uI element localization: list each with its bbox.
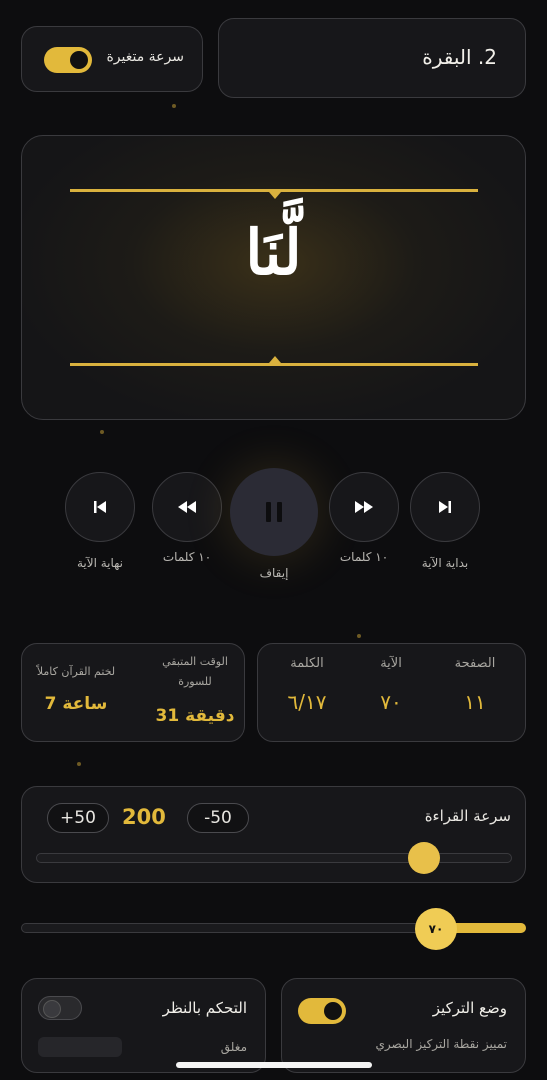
- reading-speed-value: 200: [122, 805, 166, 829]
- verse-value: ٧٠: [380, 690, 402, 714]
- decrease-speed-button[interactable]: -50: [187, 803, 249, 833]
- gaze-control-subtitle: مغلق: [220, 1040, 247, 1054]
- ambient-dot: [357, 634, 361, 638]
- pause-button[interactable]: [230, 468, 318, 556]
- toggle-knob: [43, 1000, 61, 1018]
- page-label: الصفحة: [454, 656, 496, 671]
- rewind-icon: [178, 501, 196, 513]
- ambient-dot: [100, 430, 104, 434]
- gaze-control-bar: [38, 1037, 122, 1057]
- word-value: ٦/١٧: [287, 690, 327, 714]
- back-10-words-button[interactable]: [152, 472, 222, 542]
- gaze-control-title: التحكم بالنظر: [162, 999, 247, 1017]
- guide-notch-top: [269, 192, 281, 199]
- fast-forward-icon: [355, 501, 373, 513]
- surah-title: 2. البقرة: [422, 45, 497, 69]
- quran-complete-value: 7 ساعة: [44, 694, 108, 714]
- verse-start-label: بداية الآية: [421, 556, 469, 570]
- verse-slider-thumb[interactable]: ٧٠: [415, 908, 457, 950]
- guide-notch-bottom: [269, 356, 281, 363]
- variable-speed-card: سرعة متغيرة: [21, 26, 203, 92]
- ambient-dot: [77, 762, 81, 766]
- reading-speed-title: سرعة القراءة: [424, 807, 511, 825]
- quran-complete-label: لختم القرآن كاملاً: [36, 665, 116, 678]
- verse-label: الآية: [380, 656, 402, 671]
- skip-back-icon: [94, 501, 106, 513]
- toggle-knob: [324, 1002, 342, 1020]
- ambient-dot: [172, 104, 176, 108]
- position-stats: الصفحة ١١ الآية ٧٠ الكلمة ٦/١٧: [257, 643, 526, 742]
- home-indicator: [176, 1062, 372, 1068]
- focus-mode-title: وضع التركيز: [432, 999, 507, 1017]
- word-display: لَّنَا: [21, 135, 526, 420]
- gaze-control-card: التحكم بالنظر مغلق: [21, 978, 266, 1073]
- forward-10-words-button[interactable]: [329, 472, 399, 542]
- surah-remaining-label-2: للسورة: [178, 675, 212, 688]
- variable-speed-toggle[interactable]: [44, 47, 92, 73]
- page-value: ١١: [464, 690, 486, 714]
- back-10-words-label: ١٠ كلمات: [162, 550, 212, 564]
- focus-mode-subtitle: تمييز نقطة التركيز البصري: [375, 1037, 508, 1051]
- time-remaining: الوقت المتبقي للسورة 31 دقيقة لختم القرآ…: [21, 643, 245, 742]
- guide-line-bottom: [70, 363, 478, 366]
- variable-speed-label: سرعة متغيرة: [106, 49, 184, 65]
- reading-speed-slider-track[interactable]: [36, 853, 512, 863]
- pause-label: إيقاف: [259, 566, 289, 580]
- increase-speed-button[interactable]: +50: [47, 803, 109, 833]
- surah-remaining-label-1: الوقت المتبقي: [162, 655, 228, 668]
- focus-mode-card: وضع التركيز تمييز نقطة التركيز البصري: [281, 978, 526, 1073]
- toggle-knob: [70, 51, 88, 69]
- verse-start-button[interactable]: [410, 472, 480, 542]
- reading-speed-card: سرعة القراءة -50 200 +50: [21, 786, 526, 883]
- word-label: الكلمة: [290, 656, 324, 671]
- current-word: لَّنَا: [245, 216, 302, 289]
- verse-end-button[interactable]: [65, 472, 135, 542]
- gaze-control-toggle[interactable]: [38, 996, 82, 1020]
- pause-icon: [266, 502, 282, 522]
- surah-selector[interactable]: 2. البقرة: [218, 18, 526, 98]
- surah-remaining-value: 31 دقيقة: [155, 706, 235, 726]
- focus-mode-toggle[interactable]: [298, 998, 346, 1024]
- skip-forward-icon: [439, 501, 451, 513]
- reading-speed-slider-thumb[interactable]: [408, 842, 440, 874]
